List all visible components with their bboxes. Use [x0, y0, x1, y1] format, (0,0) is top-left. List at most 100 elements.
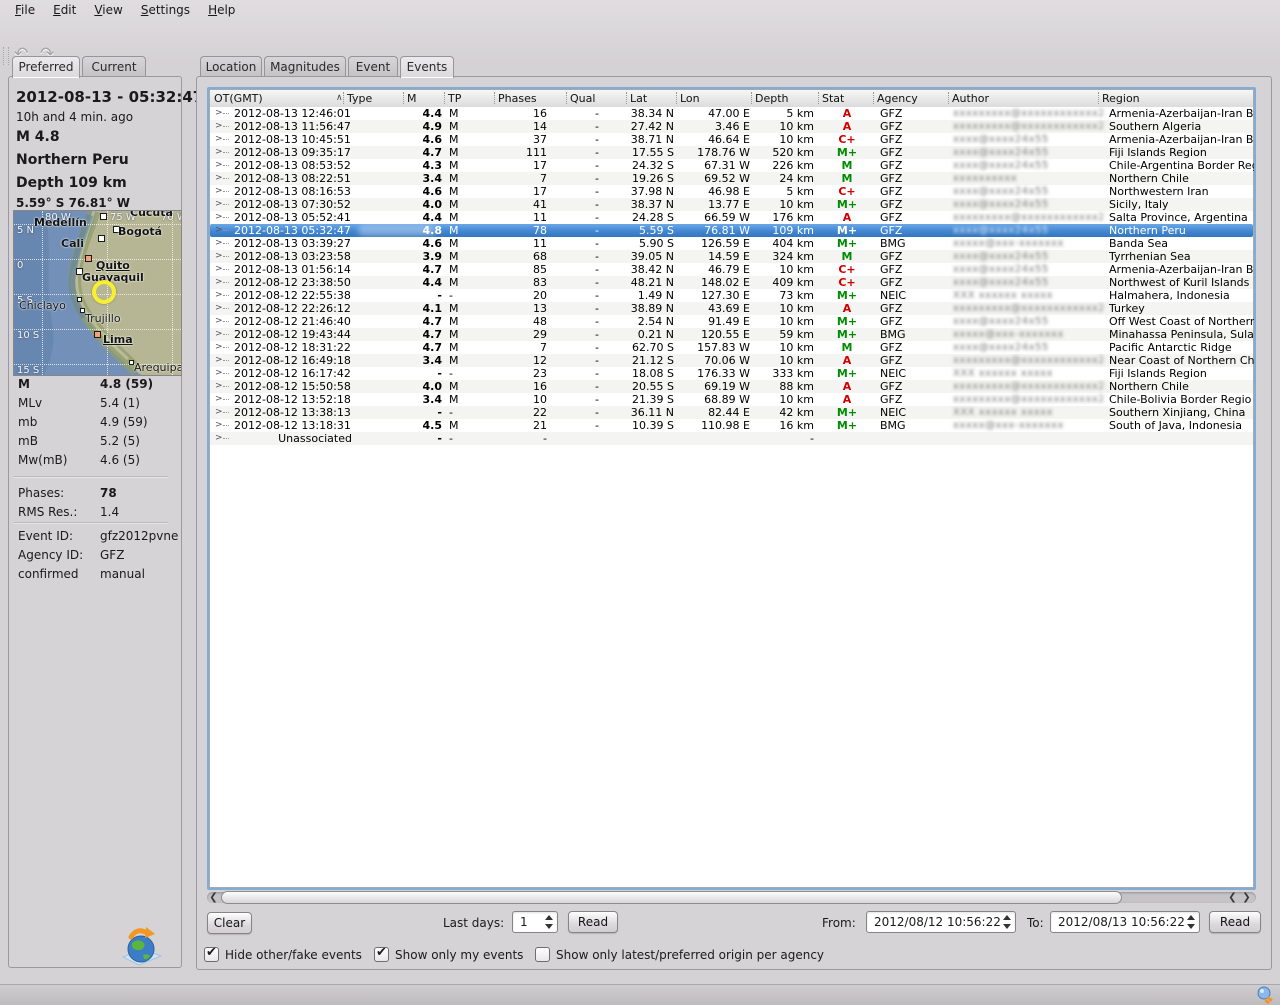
- row-expander-icon[interactable]: >: [215, 250, 223, 263]
- menu-settings[interactable]: Settings: [132, 1, 199, 19]
- table-row[interactable]: >2012-08-13 08:16:534.6M17-37.98 N46.98 …: [210, 185, 1253, 198]
- sort-chevron-up-icon[interactable]: ∧: [336, 91, 343, 106]
- read-range-button[interactable]: Read: [1209, 911, 1261, 933]
- row-expander-icon[interactable]: >: [215, 133, 223, 146]
- column-header-lat[interactable]: Lat: [630, 91, 647, 106]
- row-expander-icon[interactable]: >: [215, 406, 223, 419]
- column-header-qual[interactable]: Qual: [570, 91, 595, 106]
- row-expander-icon[interactable]: >: [215, 172, 223, 185]
- row-expander-icon[interactable]: >: [215, 120, 223, 133]
- checkbox-hide-other-fake-events[interactable]: [204, 947, 219, 962]
- read-last-days-button[interactable]: Read: [568, 911, 618, 933]
- column-header-agency[interactable]: Agency: [877, 91, 918, 106]
- column-header-region[interactable]: Region: [1102, 91, 1140, 106]
- tab-event[interactable]: Event: [348, 56, 398, 76]
- checkbox-show-only-latest-preferred-origin-per-agency[interactable]: [535, 947, 550, 962]
- table-row[interactable]: >2012-08-12 16:49:183.4M12-21.12 S70.06 …: [210, 354, 1253, 367]
- table-row[interactable]: >2012-08-13 03:23:583.9M68-39.05 N14.59 …: [210, 250, 1253, 263]
- row-expander-icon[interactable]: >: [215, 328, 223, 341]
- table-row-unassociated[interactable]: >Unassociated----: [210, 432, 1253, 445]
- table-row[interactable]: >2012-08-13 08:22:513.4M7-19.26 S69.52 W…: [210, 172, 1253, 185]
- row-expander-icon[interactable]: >: [215, 367, 223, 380]
- cell-author: xxxx@xxxx24x55: [953, 185, 1103, 198]
- menu-file[interactable]: File: [6, 1, 44, 19]
- column-header-m[interactable]: M: [407, 91, 417, 106]
- row-expander-icon[interactable]: >: [215, 263, 223, 276]
- cell-phases: 12: [485, 354, 547, 367]
- column-header-phases[interactable]: Phases: [498, 91, 537, 106]
- row-expander-icon[interactable]: >: [215, 224, 223, 237]
- table-row[interactable]: >2012-08-12 15:50:584.0M16-20.55 S69.19 …: [210, 380, 1253, 393]
- spinner-arrows-icon[interactable]: [543, 914, 554, 930]
- clear-button[interactable]: Clear: [207, 912, 252, 934]
- table-row[interactable]: >2012-08-12 13:52:183.4M10-21.39 S68.89 …: [210, 393, 1253, 406]
- last-days-spinner[interactable]: 1: [512, 911, 558, 933]
- checkbox-show-only-my-events[interactable]: [374, 947, 389, 962]
- table-row[interactable]: >2012-08-13 09:35:174.7M111-17.55 S178.7…: [210, 146, 1253, 159]
- menu-help[interactable]: Help: [199, 1, 244, 19]
- cell-agency: GFZ: [880, 341, 946, 354]
- column-header-lon[interactable]: Lon: [680, 91, 700, 106]
- tab-preferred[interactable]: Preferred: [12, 56, 80, 78]
- table-row[interactable]: >2012-08-12 13:18:314.5M21-10.39 S110.98…: [210, 419, 1253, 432]
- row-expander-icon[interactable]: >: [215, 315, 223, 328]
- column-header-depth[interactable]: Depth: [755, 91, 789, 106]
- spinner-arrows-icon[interactable]: [1185, 914, 1196, 930]
- row-expander-icon[interactable]: >: [215, 302, 223, 315]
- scroll-right-icon[interactable]: ❯: [1240, 891, 1253, 904]
- table-row[interactable]: >2012-08-13 12:46:014.4M16-38.34 N47.00 …: [210, 107, 1253, 120]
- from-datetime-spinner[interactable]: 2012/08/12 10:56:22: [866, 911, 1016, 933]
- column-header-author[interactable]: Author: [952, 91, 989, 106]
- table-row[interactable]: >2012-08-13 10:45:514.6M37-38.71 N46.64 …: [210, 133, 1253, 146]
- column-header-stat[interactable]: Stat: [822, 91, 844, 106]
- column-header-tp[interactable]: TP: [448, 91, 461, 106]
- spinner-arrows-icon[interactable]: [1001, 914, 1012, 930]
- row-expander-icon[interactable]: >: [215, 237, 223, 250]
- table-row[interactable]: >2012-08-12 16:17:42--23-18.08 S176.33 W…: [210, 367, 1253, 380]
- table-row[interactable]: >2012-08-13 03:39:274.6M11-5.90 S126.59 …: [210, 237, 1253, 250]
- table-row[interactable]: >2012-08-12 22:26:124.1M13-38.89 N43.69 …: [210, 302, 1253, 315]
- row-expander-icon[interactable]: >: [215, 289, 223, 302]
- scroll-left-icon[interactable]: ❮: [207, 891, 220, 904]
- row-expander-icon[interactable]: >: [215, 146, 223, 159]
- toolbar-handle[interactable]: [3, 47, 9, 65]
- row-expander-icon[interactable]: >: [215, 198, 223, 211]
- row-expander-icon[interactable]: >: [215, 159, 223, 172]
- tab-magnitudes[interactable]: Magnitudes: [264, 56, 346, 76]
- table-row[interactable]: >2012-08-13 01:56:144.7M85-38.42 N46.79 …: [210, 263, 1253, 276]
- table-row[interactable]: >2012-08-13 07:30:524.0M41-38.37 N13.77 …: [210, 198, 1253, 211]
- to-datetime-spinner[interactable]: 2012/08/13 10:56:22: [1050, 911, 1200, 933]
- table-row[interactable]: >2012-08-12 21:46:404.7M48-2.54 N91.49 E…: [210, 315, 1253, 328]
- table-row[interactable]: >2012-08-13 05:52:414.4M11-24.28 S66.59 …: [210, 211, 1253, 224]
- location-map[interactable]: 5 N05 S10 S15 S80 W75 W70 W MedellínCúcu…: [13, 210, 182, 376]
- table-row[interactable]: >2012-08-12 19:43:444.7M29-0.21 N120.55 …: [210, 328, 1253, 341]
- row-expander-icon[interactable]: >: [215, 276, 223, 289]
- menu-edit[interactable]: Edit: [44, 1, 85, 19]
- column-header-type[interactable]: Type: [347, 91, 372, 106]
- row-expander-icon[interactable]: >: [215, 211, 223, 224]
- tab-events[interactable]: Events: [400, 56, 454, 78]
- events-table[interactable]: OT(GMT) Type M TP Phases Qual Lat Lon Depth Stat A…: [207, 87, 1256, 890]
- scrollbar-thumb[interactable]: [221, 891, 1122, 904]
- table-row[interactable]: >2012-08-12 18:31:224.7M7-62.70 S157.83 …: [210, 341, 1253, 354]
- table-row[interactable]: >2012-08-12 23:38:504.4M83-48.21 N148.02…: [210, 276, 1253, 289]
- row-expander-icon[interactable]: >: [215, 341, 223, 354]
- row-expander-icon[interactable]: >: [215, 432, 223, 445]
- row-expander-icon[interactable]: >: [215, 107, 223, 120]
- table-row[interactable]: >2012-08-13 08:53:524.3M17-24.32 S67.31 …: [210, 159, 1253, 172]
- column-header-otgmt[interactable]: OT(GMT): [214, 91, 263, 106]
- row-expander-icon[interactable]: >: [215, 419, 223, 432]
- row-expander-icon[interactable]: >: [215, 393, 223, 406]
- row-expander-icon[interactable]: >: [215, 185, 223, 198]
- menu-view[interactable]: View: [85, 1, 131, 19]
- tab-current[interactable]: Current: [82, 56, 146, 76]
- table-row[interactable]: >2012-08-12 22:55:38--20-1.49 N127.30 E7…: [210, 289, 1253, 302]
- horizontal-scrollbar[interactable]: ❮ ❮ ❯: [207, 891, 1256, 904]
- row-expander-icon[interactable]: >: [215, 380, 223, 393]
- table-row[interactable]: >2012-08-12 13:38:13--22-36.11 N82.44 E4…: [210, 406, 1253, 419]
- row-expander-icon[interactable]: >: [215, 354, 223, 367]
- table-row[interactable]: >2012-08-13 05:32:474.8M78-5.59 S76.81 W…: [210, 224, 1253, 237]
- tab-location[interactable]: Location: [200, 56, 262, 76]
- scroll-left2-icon[interactable]: ❮: [1226, 891, 1239, 904]
- table-row[interactable]: >2012-08-13 11:56:474.9M14-27.42 N3.46 E…: [210, 120, 1253, 133]
